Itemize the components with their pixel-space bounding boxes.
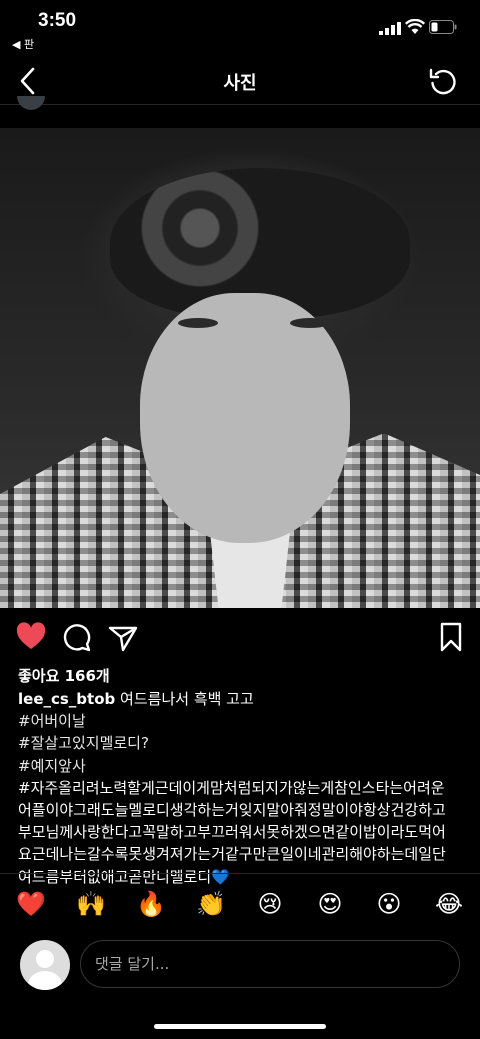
- current-user-avatar: [20, 940, 70, 990]
- refresh-icon[interactable]: [428, 66, 458, 96]
- page-title: 사진: [223, 73, 257, 94]
- raising-hands-emoji-button[interactable]: 🙌: [76, 889, 106, 919]
- caption-line: 부모님께사랑한다고꼭말하고부끄러워서못하겠으면같이밥이라도먹어: [18, 823, 446, 842]
- back-to-app-link[interactable]: ◀ 판: [12, 36, 34, 52]
- photo-eye: [178, 318, 218, 328]
- cellular-signal-icon: [379, 22, 401, 35]
- like-count[interactable]: 좋아요 166개: [18, 665, 110, 686]
- photo-face: [140, 293, 350, 543]
- wifi-icon: [405, 19, 425, 34]
- heart-eyes-emoji-button[interactable]: 😍: [315, 889, 345, 919]
- comment-row: 댓글 달기...: [0, 938, 480, 993]
- status-bar: 3:50 ◀ 판: [0, 0, 480, 52]
- hashtag[interactable]: #어버이날: [18, 710, 468, 732]
- top-nav-bar: 사진: [0, 58, 480, 105]
- hashtag[interactable]: #잘살고있지멜로디?: [18, 732, 468, 754]
- photo-eye: [290, 318, 330, 328]
- crying-emoji-button[interactable]: 😢: [255, 889, 285, 919]
- caption-line: #자주올리려노력할게근데이게맘처럼되지가않는게참인스타는어려운: [18, 778, 445, 797]
- battery-icon: [429, 20, 457, 34]
- heart-icon[interactable]: [14, 620, 48, 654]
- emoji-reaction-bar: ❤️ 🙌 🔥 👏 😢 😍 😮 😂: [0, 873, 480, 938]
- post-caption: lee_cs_btob 여드름나서 흑백 고고 #어버이날 #잘살고있지멜로디?…: [18, 688, 468, 888]
- hashtag[interactable]: #예지앞사: [18, 755, 468, 777]
- fire-emoji-button[interactable]: 🔥: [136, 889, 166, 919]
- post-author-avatar[interactable]: [17, 96, 45, 110]
- clapping-emoji-button[interactable]: 👏: [196, 889, 226, 919]
- caption-line: 요근데나는갈수록못생겨져가는거같구만큰일이네관리해야하는데일단: [18, 845, 446, 864]
- caption-username[interactable]: lee_cs_btob: [18, 690, 115, 708]
- home-indicator[interactable]: [154, 1024, 326, 1029]
- heart-emoji-button[interactable]: ❤️: [16, 889, 46, 919]
- caption-text: 여드름나서 흑백 고고: [120, 690, 254, 708]
- surprised-emoji-button[interactable]: 😮: [374, 889, 404, 919]
- share-icon[interactable]: [106, 620, 140, 654]
- caption-line: 어플이야그래도늘멜로디생각하는거잊지말아줘정말이야항상건강하고: [18, 801, 446, 820]
- laughing-emoji-button[interactable]: 😂: [434, 889, 464, 919]
- bookmark-icon[interactable]: [434, 620, 468, 654]
- status-time: 3:50: [38, 10, 77, 31]
- post-photo[interactable]: [0, 128, 480, 608]
- comment-icon[interactable]: [60, 620, 94, 654]
- post-actions: [0, 620, 480, 654]
- comment-input[interactable]: 댓글 달기...: [80, 940, 460, 988]
